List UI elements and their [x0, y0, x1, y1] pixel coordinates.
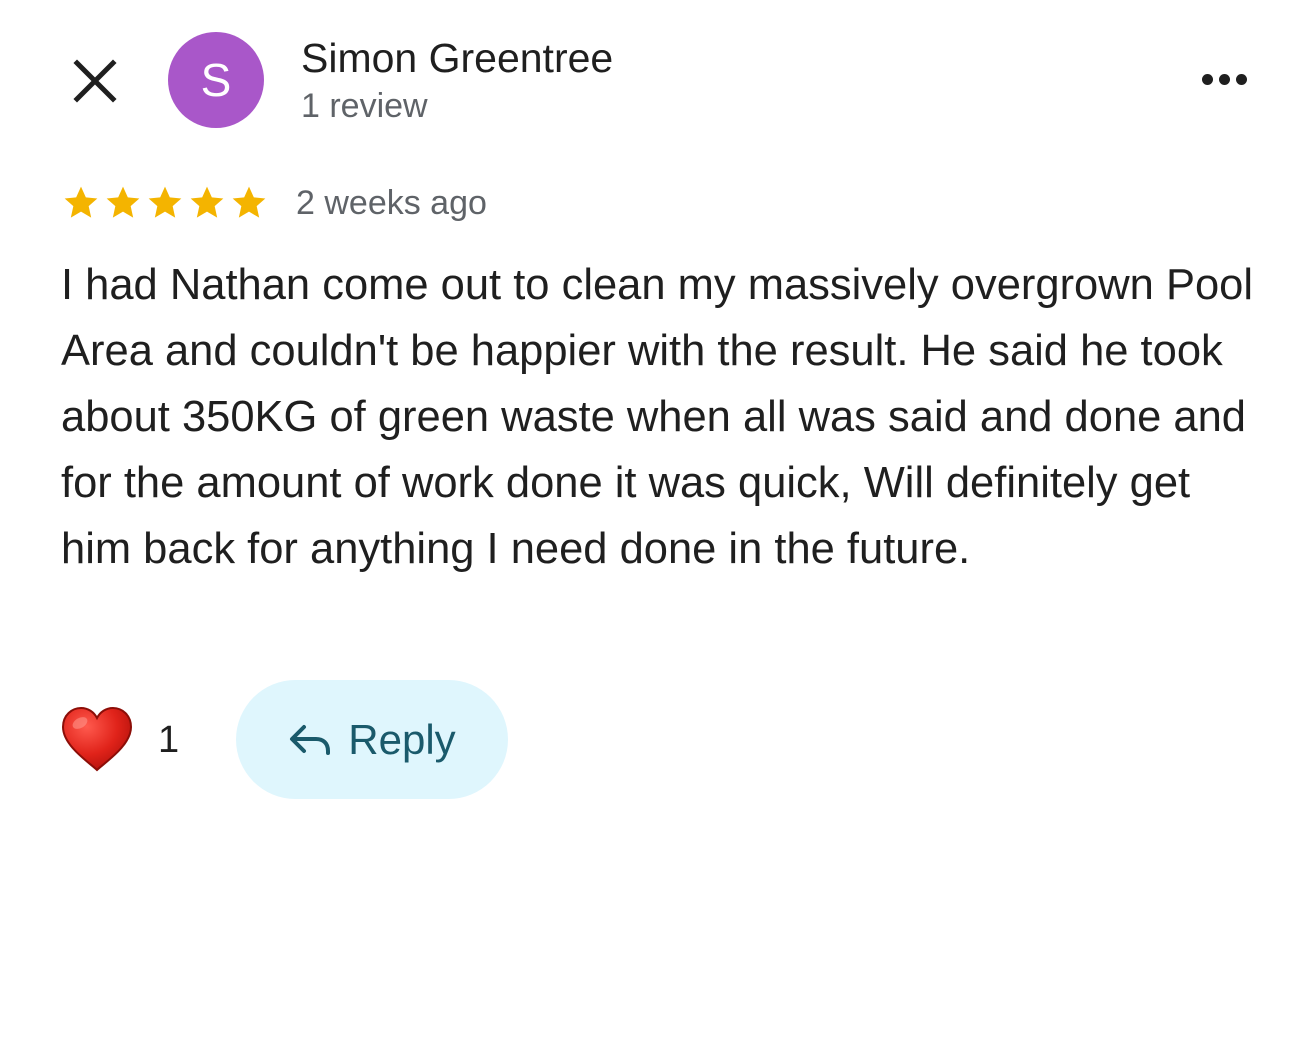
reply-label: Reply [348, 715, 456, 763]
star-icon [232, 186, 266, 218]
avatar[interactable]: S [168, 32, 264, 128]
more-options-button[interactable] [1192, 54, 1256, 104]
star-icon [148, 186, 182, 218]
avatar-letter: S [200, 54, 232, 106]
reviewer-name[interactable]: Simon Greentree [301, 34, 613, 82]
reviewer-review-count: 1 review [301, 87, 428, 125]
more-dot [1201, 73, 1213, 85]
close-icon [73, 59, 117, 103]
heart-icon [61, 706, 133, 772]
star-rating [60, 183, 270, 223]
reply-arrow-icon [290, 724, 331, 755]
star-icon [64, 186, 98, 218]
more-dot [1235, 73, 1247, 85]
review-date: 2 weeks ago [296, 184, 487, 222]
close-button[interactable] [64, 50, 126, 112]
star-icon [106, 186, 140, 218]
like-count: 1 [158, 718, 180, 761]
review-text: I had Nathan come out to clean my massiv… [61, 261, 1254, 573]
like-button[interactable]: 1 [60, 700, 179, 780]
reply-button[interactable]: Reply [236, 680, 508, 799]
star-icon [190, 186, 224, 218]
rating-row: 2 weeks ago [60, 178, 487, 228]
more-dot [1218, 73, 1230, 85]
